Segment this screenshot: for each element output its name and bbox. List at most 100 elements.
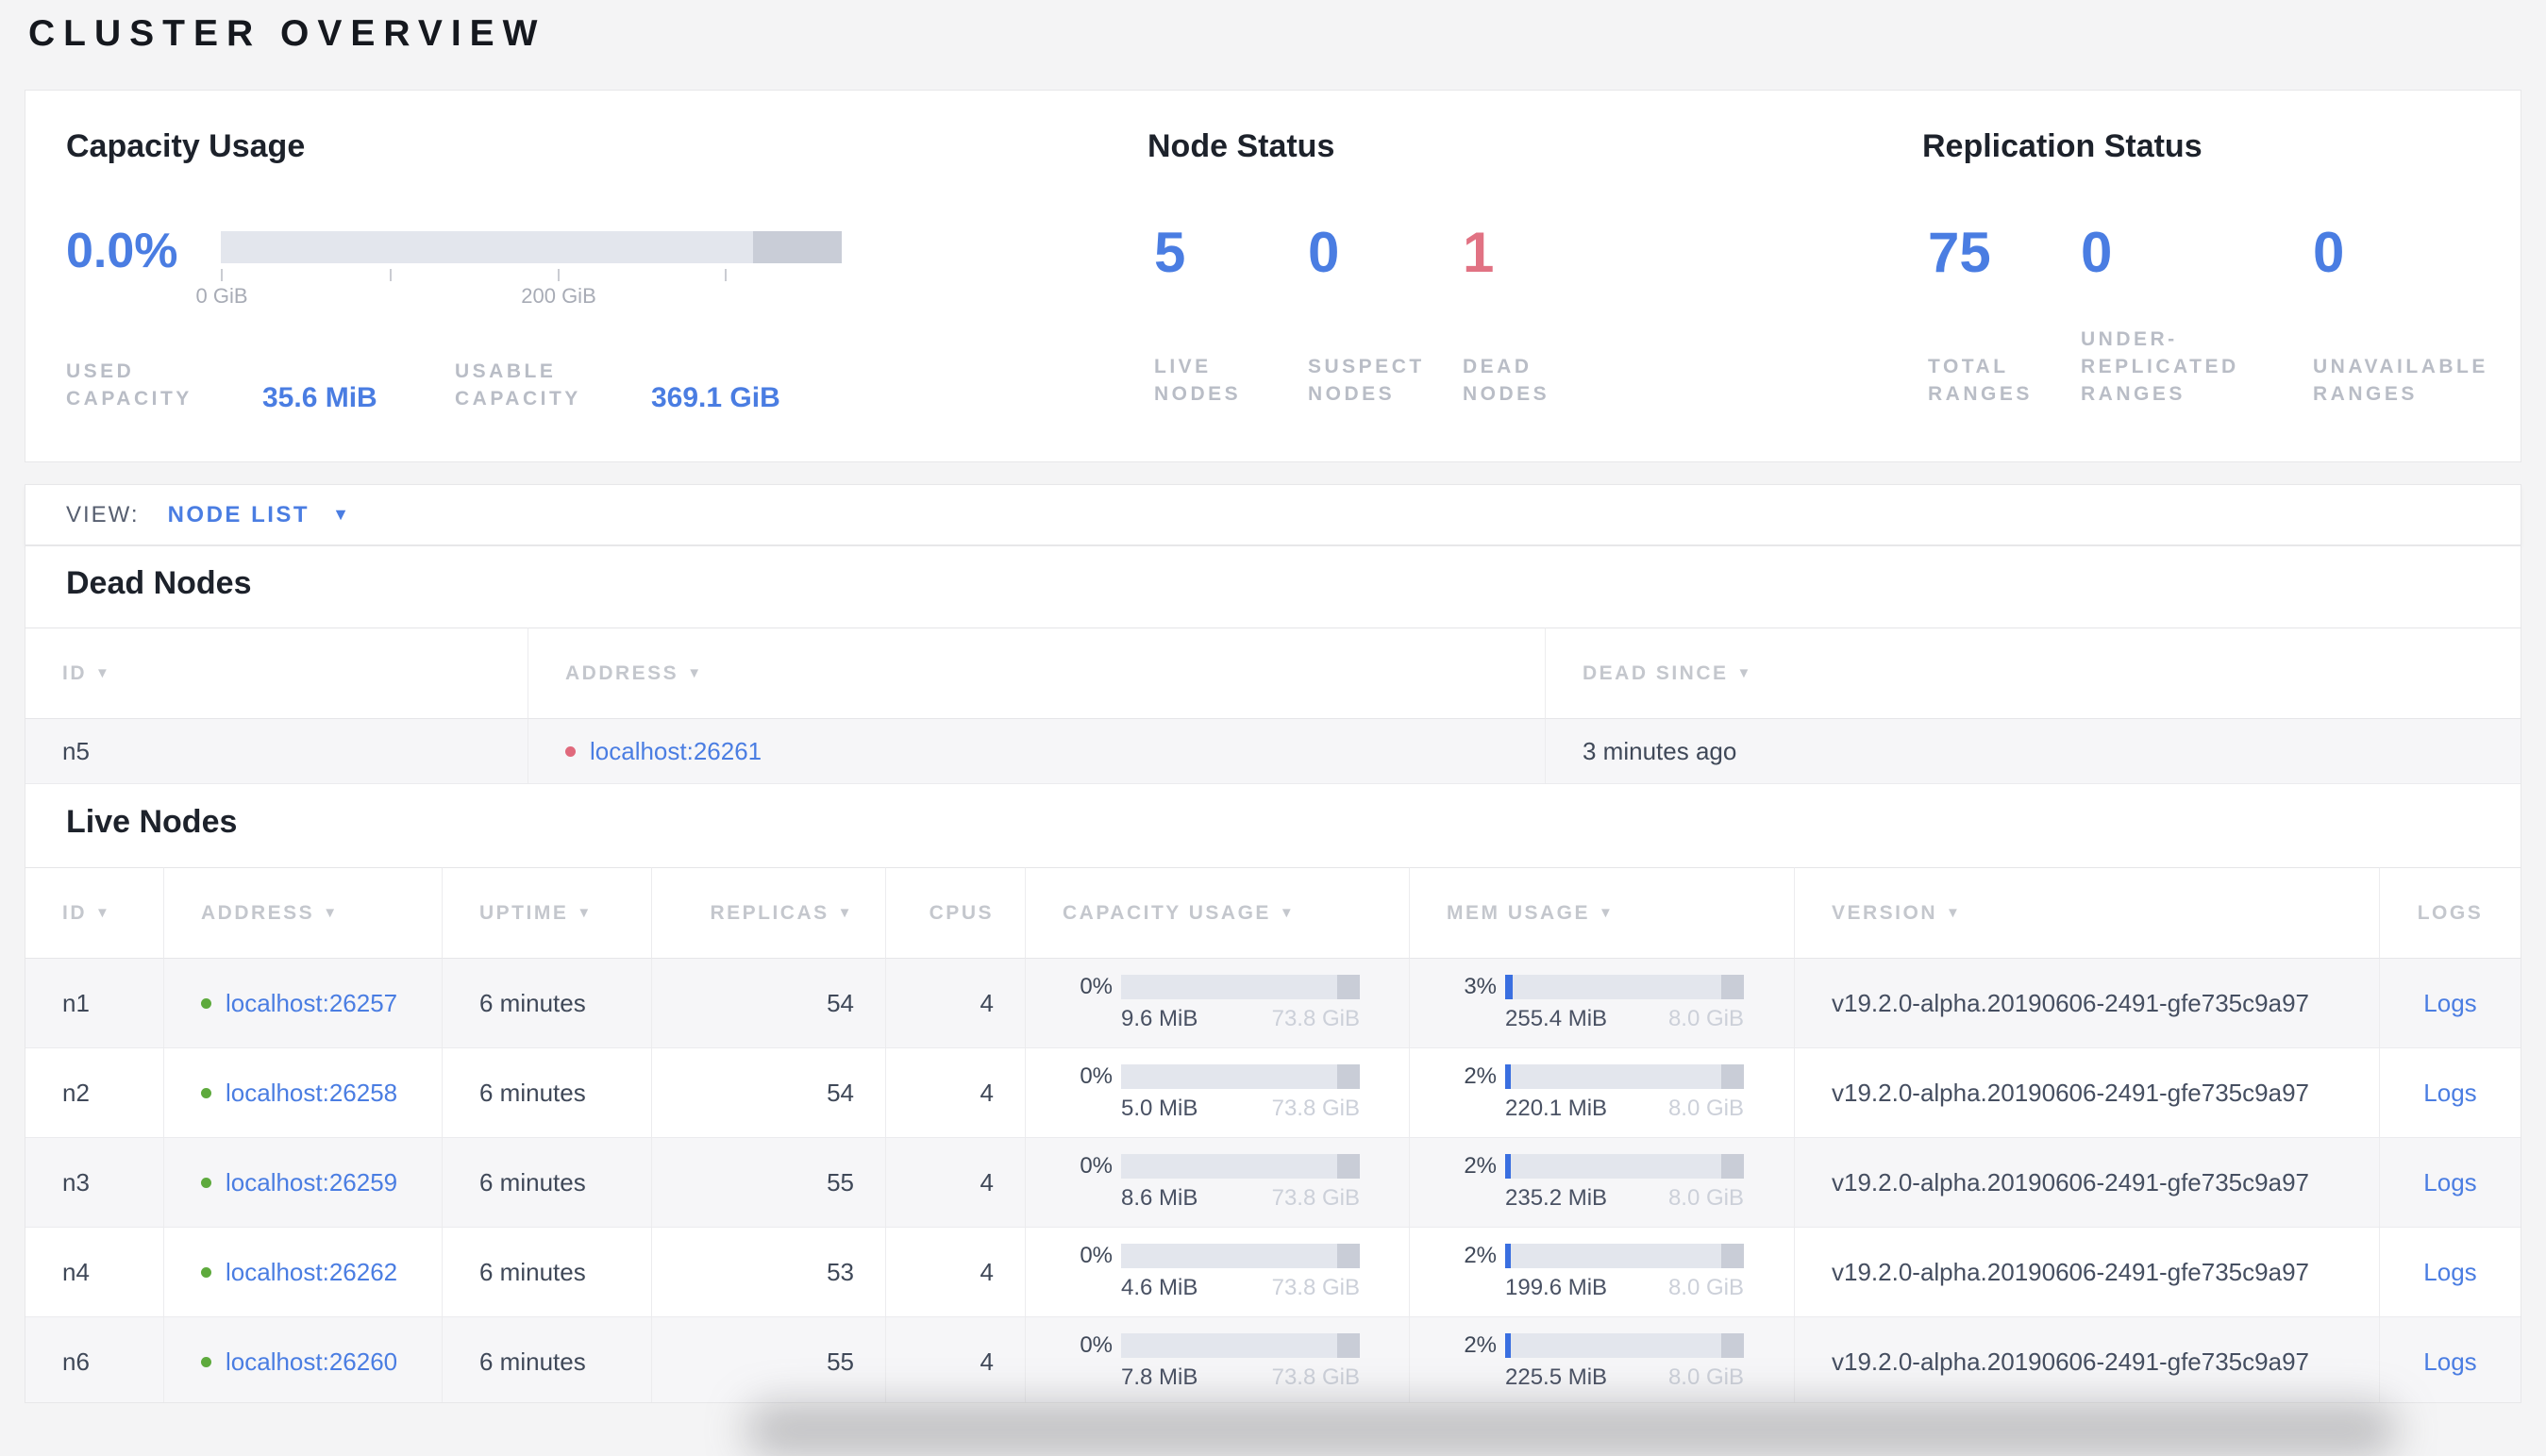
capacity-total: 73.8 GiB — [1271, 1184, 1360, 1211]
view-label: VIEW: — [66, 501, 140, 527]
capacity-percent: 0% — [1080, 973, 1113, 999]
capacity-used: 4.6 MiB — [1121, 1274, 1198, 1300]
node-address-link[interactable]: localhost:26261 — [590, 737, 762, 766]
column-header-uptime[interactable]: UPTIME ▼ — [442, 867, 651, 959]
node-id: n1 — [25, 959, 163, 1048]
column-header-label: DEAD SINCE — [1583, 661, 1729, 684]
node-address-link[interactable]: localhost:26257 — [226, 989, 397, 1018]
column-header-label: UPTIME — [479, 901, 569, 924]
mem-total: 8.0 GiB — [1667, 1005, 1744, 1031]
axis-tick-label: 0 GiB — [195, 284, 248, 308]
capacity-total: 73.8 GiB — [1271, 1095, 1360, 1121]
suspect-nodes-label: SUSPECT NODES — [1308, 356, 1425, 405]
logs-link[interactable]: Logs — [2423, 1258, 2476, 1287]
logs-cell: Logs — [2379, 959, 2521, 1048]
node-address-link[interactable]: localhost:26259 — [226, 1168, 397, 1197]
node-version: v19.2.0-alpha.20190606-2491-gfe735c9a97 — [1794, 1138, 2379, 1228]
under-replicated-label: UNDER-REPLICATED RANGES — [2081, 328, 2239, 405]
sort-desc-icon: ▼ — [1736, 665, 1753, 681]
chevron-down-icon: ▼ — [332, 505, 349, 524]
unavailable-ranges-count: 0 — [2313, 221, 2345, 284]
logs-link[interactable]: Logs — [2423, 1347, 2476, 1377]
axis-tick — [390, 269, 392, 281]
usable-capacity-stat: USABLE CAPACITY 369.1 GiB — [455, 358, 780, 413]
mem-total: 8.0 GiB — [1667, 1095, 1744, 1121]
suspect-nodes-count: 0 — [1308, 221, 1340, 284]
sort-desc-icon: ▼ — [1279, 905, 1297, 921]
under-replicated-ranges-stat: 0 UNDER-REPLICATED RANGES — [2081, 223, 2236, 408]
sort-desc-icon: ▼ — [1599, 905, 1616, 921]
capacity-used: 9.6 MiB — [1121, 1005, 1198, 1031]
column-header-logs: LOGS — [2379, 867, 2521, 959]
logs-cell: Logs — [2379, 1048, 2521, 1138]
node-version: v19.2.0-alpha.20190606-2491-gfe735c9a97 — [1794, 1228, 2379, 1317]
mem-total: 8.0 GiB — [1667, 1274, 1744, 1300]
capacity-percent: 0% — [1080, 1063, 1113, 1089]
capacity-used: 5.0 MiB — [1121, 1095, 1198, 1121]
column-header-dead-since[interactable]: DEAD SINCE ▼ — [1545, 628, 2521, 719]
mem-bar — [1505, 1332, 1744, 1358]
mem-total: 8.0 GiB — [1667, 1184, 1744, 1211]
node-address-cell: localhost:26260 — [163, 1317, 442, 1402]
node-cpus: 4 — [885, 1138, 1025, 1228]
axis-tick — [725, 269, 727, 281]
live-nodes-section-heading: Live Nodes — [66, 804, 238, 840]
node-address-link[interactable]: localhost:26258 — [226, 1079, 397, 1108]
column-header-label: ID — [62, 901, 87, 924]
mem-bar — [1505, 974, 1744, 999]
live-nodes-table: ID ▼ ADDRESS ▼ UPTIME ▼ REPLICAS ▼ CPUS CAPA… — [25, 867, 2521, 1402]
node-address-link[interactable]: localhost:26262 — [226, 1258, 397, 1287]
used-capacity-label: USED CAPACITY — [66, 360, 193, 410]
column-header-label: VERSION — [1832, 901, 1938, 924]
mem-total: 8.0 GiB — [1667, 1364, 1744, 1390]
axis-tick-label: 200 GiB — [521, 284, 596, 308]
logs-cell: Logs — [2379, 1317, 2521, 1402]
column-header-replicas[interactable]: REPLICAS ▼ — [651, 867, 885, 959]
mem-percent: 2% — [1464, 1152, 1497, 1179]
column-header-address[interactable]: ADDRESS ▼ — [163, 867, 442, 959]
column-header-cpus: CPUS — [885, 867, 1025, 959]
axis-tick — [558, 269, 560, 281]
mem-bar — [1505, 1153, 1744, 1179]
node-replicas: 53 — [651, 1228, 885, 1317]
column-header-capacity-usage[interactable]: CAPACITY USAGE ▼ — [1025, 867, 1409, 959]
column-header-mem-usage[interactable]: MEM USAGE ▼ — [1409, 867, 1794, 959]
mem-usage-cell: 2% 235.2 MiB 8.0 GiB — [1409, 1138, 1794, 1228]
axis-tick — [221, 269, 223, 281]
column-header-label: REPLICAS — [710, 901, 829, 924]
capacity-usage-cell: 0% 7.8 MiB 73.8 GiB — [1025, 1317, 1409, 1402]
column-header-id[interactable]: ID ▼ — [25, 628, 528, 719]
view-dropdown-value: NODE LIST — [167, 501, 310, 527]
column-header-id[interactable]: ID ▼ — [25, 867, 163, 959]
live-nodes-count: 5 — [1154, 221, 1186, 284]
logs-link[interactable]: Logs — [2423, 1168, 2476, 1197]
mem-used: 235.2 MiB — [1505, 1184, 1608, 1211]
capacity-bar — [1121, 1332, 1360, 1358]
node-version: v19.2.0-alpha.20190606-2491-gfe735c9a97 — [1794, 1317, 2379, 1402]
live-status-icon — [201, 1266, 211, 1278]
node-id: n5 — [25, 719, 528, 784]
node-version: v19.2.0-alpha.20190606-2491-gfe735c9a97 — [1794, 959, 2379, 1048]
capacity-used: 7.8 MiB — [1121, 1364, 1198, 1390]
mem-percent: 3% — [1464, 973, 1497, 999]
node-address-cell: localhost:26261 — [528, 719, 1545, 784]
capacity-usage-cell: 0% 9.6 MiB 73.8 GiB — [1025, 959, 1409, 1048]
column-header-label: LOGS — [2417, 901, 2484, 924]
node-address-link[interactable]: localhost:26260 — [226, 1347, 397, 1377]
node-address-cell: localhost:26262 — [163, 1228, 442, 1317]
logs-link[interactable]: Logs — [2423, 989, 2476, 1018]
dead-nodes-section-heading: Dead Nodes — [66, 565, 252, 601]
node-uptime: 6 minutes — [442, 1048, 651, 1138]
cluster-summary-panel: Capacity Usage 0.0% 0 GiB 200 GiB USED C… — [25, 90, 2521, 462]
logs-link[interactable]: Logs — [2423, 1079, 2476, 1108]
capacity-bar-segment — [753, 231, 842, 263]
capacity-usage-cell: 0% 4.6 MiB 73.8 GiB — [1025, 1228, 1409, 1317]
logs-cell: Logs — [2379, 1228, 2521, 1317]
suspect-nodes-stat: 0 SUSPECT NODES — [1308, 221, 1421, 408]
column-header-address[interactable]: ADDRESS ▼ — [528, 628, 1545, 719]
mem-usage-cell: 2% 220.1 MiB 8.0 GiB — [1409, 1048, 1794, 1138]
view-dropdown[interactable]: NODE LIST ▼ — [168, 502, 349, 528]
mem-used: 199.6 MiB — [1505, 1274, 1608, 1300]
mem-percent: 2% — [1464, 1242, 1497, 1268]
column-header-version[interactable]: VERSION ▼ — [1794, 867, 2379, 959]
